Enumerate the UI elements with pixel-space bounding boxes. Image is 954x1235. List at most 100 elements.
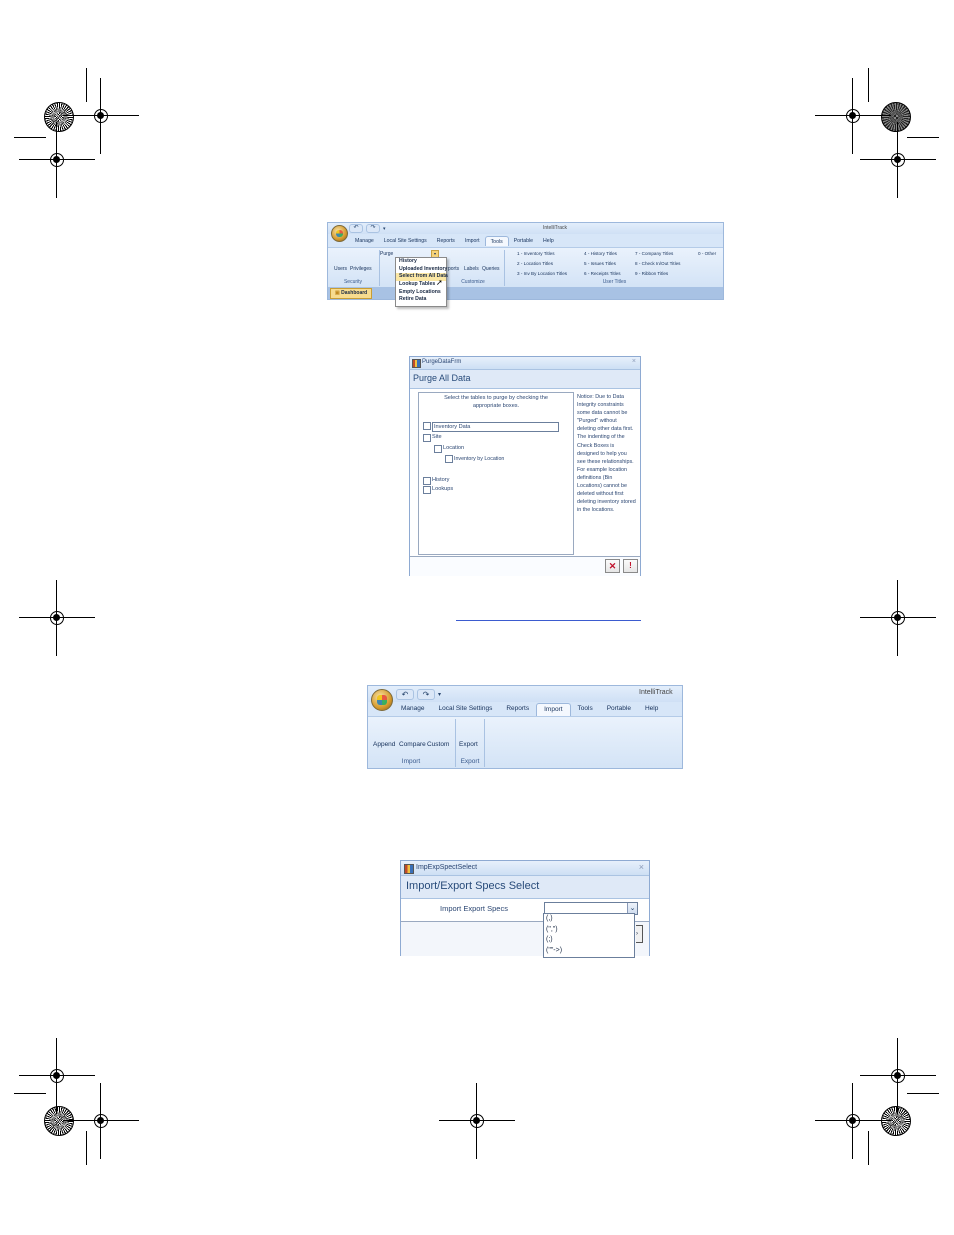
tools-ribbon: ↶ ↷ ▾ IntelliTrack Manage Local Site Set… xyxy=(327,222,724,300)
option-quoted-arrow[interactable]: (""->) xyxy=(546,946,634,957)
export-button[interactable]: Export xyxy=(459,741,478,748)
menu-item-history[interactable]: History xyxy=(396,258,446,266)
window-title: ImpExpSpectSelect xyxy=(416,864,478,871)
option-quoted-comma[interactable]: (",") xyxy=(546,925,634,936)
quick-access-toolbar: ↶ ↷ ▾ xyxy=(396,689,441,700)
ribbon-panel: Users Privileges Security Purge ▾ ports … xyxy=(328,247,723,287)
tab-local-site-settings[interactable]: Local Site Settings xyxy=(432,703,500,716)
tab-manage[interactable]: Manage xyxy=(394,703,432,716)
undo-icon[interactable]: ↶ xyxy=(396,689,414,700)
tab-help[interactable]: Help xyxy=(538,236,559,246)
user-title-4[interactable]: 4 - History Titles xyxy=(584,251,617,256)
compare-button[interactable]: Compare xyxy=(399,741,426,748)
cancel-button[interactable]: ✕ xyxy=(605,559,620,573)
run-purge-button[interactable]: ! xyxy=(623,559,638,573)
user-title-7[interactable]: 7 - Company Titles xyxy=(635,251,673,256)
group-separator xyxy=(504,250,505,286)
form-icon xyxy=(412,359,421,368)
tab-import[interactable]: Import xyxy=(460,236,485,246)
ok-button-edge[interactable]: › xyxy=(636,925,643,943)
window-titlebar: PurgeDataFrm × xyxy=(410,357,640,370)
tab-portable[interactable]: Portable xyxy=(600,703,638,716)
crosshair-icon xyxy=(815,1083,891,1159)
custom-button[interactable]: Custom xyxy=(427,741,449,748)
menu-item-empty-locations[interactable]: Empty Locations xyxy=(396,289,446,297)
tab-tools[interactable]: Tools xyxy=(571,703,600,716)
document-tab-strip xyxy=(328,287,723,299)
label-history: History xyxy=(432,477,450,483)
tab-tools[interactable]: Tools xyxy=(484,236,509,246)
notice-text: Notice: Due to Data Integrity constraint… xyxy=(577,394,636,514)
purge-data-window: PurgeDataFrm × Purge All Data Select the… xyxy=(409,356,641,576)
tab-dashboard[interactable]: ▣ Dashboard xyxy=(330,288,373,299)
redo-icon[interactable]: ↷ xyxy=(417,689,435,700)
crop-mark xyxy=(907,1093,939,1094)
reports-button[interactable]: ports xyxy=(448,266,459,272)
user-title-1[interactable]: 1 - Inventory Titles xyxy=(517,251,555,256)
close-icon[interactable]: × xyxy=(632,358,636,365)
customize-qat-icon[interactable]: ▾ xyxy=(383,226,386,232)
tab-manage[interactable]: Manage xyxy=(350,236,379,246)
user-title-2[interactable]: 2 - Location Titles xyxy=(517,261,553,266)
label-inventory-by-location: Inventory by Location xyxy=(454,456,505,462)
user-title-5[interactable]: 5 - Issues Titles xyxy=(584,261,616,266)
menu-item-uploaded-inventory[interactable]: Uploaded Inventory xyxy=(396,266,447,274)
ribbon-titlebar xyxy=(328,223,723,234)
checkbox-lookups[interactable] xyxy=(423,486,431,494)
user-title-6[interactable]: 6 - Receipts Titles xyxy=(584,271,621,276)
ribbon-tabs: Manage Local Site Settings Reports Impor… xyxy=(394,703,665,716)
instruction-text: Select the tables to purge by checking t… xyxy=(444,395,548,409)
crop-mark xyxy=(868,1131,869,1165)
purge-button[interactable]: Purge xyxy=(380,251,393,257)
user-title-0[interactable]: 0 - Other xyxy=(698,251,716,256)
append-button[interactable]: Append xyxy=(373,741,395,748)
labels-button[interactable]: Labels xyxy=(464,266,479,272)
customize-qat-icon[interactable]: ▾ xyxy=(438,691,441,698)
redo-icon[interactable]: ↷ xyxy=(366,224,380,233)
crosshair-icon xyxy=(63,1083,139,1159)
group-label-import: Import xyxy=(401,758,421,765)
close-icon[interactable]: × xyxy=(639,862,644,872)
tab-local-site-settings[interactable]: Local Site Settings xyxy=(379,236,432,246)
page-title: Purge All Data xyxy=(413,373,471,383)
tab-reports[interactable]: Reports xyxy=(499,703,536,716)
checkbox-inventory-by-location[interactable] xyxy=(445,455,453,463)
office-orb-icon[interactable] xyxy=(371,689,393,711)
option-comma[interactable]: (,) xyxy=(546,914,634,925)
ribbon-panel: Append Compare Custom Import Export Expo… xyxy=(368,716,682,768)
label-site: Site xyxy=(432,434,442,440)
tab-portable[interactable]: Portable xyxy=(509,236,538,246)
crosshair-icon xyxy=(860,580,936,656)
tab-import[interactable]: Import xyxy=(536,703,571,716)
user-title-9[interactable]: 9 - Ribbon Titles xyxy=(635,271,668,276)
group-label-user-titles: User Titles xyxy=(602,279,627,285)
crosshair-icon xyxy=(860,122,936,198)
page-title: Import/Export Specs Select xyxy=(406,880,540,892)
queries-button[interactable]: Queries xyxy=(482,266,500,272)
form-icon xyxy=(404,864,414,874)
tab-reports[interactable]: Reports xyxy=(432,236,460,246)
privileges-button[interactable]: Privileges xyxy=(350,266,372,272)
menu-item-retire-data[interactable]: Retire Data xyxy=(396,296,446,304)
option-semicolon[interactable]: (;) xyxy=(546,935,634,946)
checkbox-site[interactable] xyxy=(423,434,431,442)
specs-dropdown-list: (,) (",") (;) (""->) xyxy=(543,913,635,958)
user-title-8[interactable]: 8 - Check In/Out Titles xyxy=(635,261,680,266)
form-header: Purge All Data xyxy=(410,370,640,389)
label-inventory-data: Inventory Data xyxy=(432,422,559,432)
crop-mark xyxy=(14,1093,46,1094)
undo-icon[interactable]: ↶ xyxy=(349,224,363,233)
users-button[interactable]: Users xyxy=(334,266,347,272)
tab-help[interactable]: Help xyxy=(638,703,665,716)
import-export-specs-label: Import Export Specs xyxy=(440,904,508,913)
checkbox-inventory-data[interactable] xyxy=(423,422,431,430)
office-orb-icon[interactable] xyxy=(331,225,348,242)
checkbox-location[interactable] xyxy=(434,445,442,453)
hyperlink-underline[interactable] xyxy=(456,620,641,621)
checkbox-history[interactable] xyxy=(423,477,431,485)
group-label-customize: Customize xyxy=(461,279,485,285)
checkbox-panel: Select the tables to purge by checking t… xyxy=(418,392,574,555)
user-title-3[interactable]: 3 - Inv By Location Titles xyxy=(517,271,567,276)
label-location: Location xyxy=(443,445,465,451)
dashboard-icon: ▣ xyxy=(335,290,340,296)
